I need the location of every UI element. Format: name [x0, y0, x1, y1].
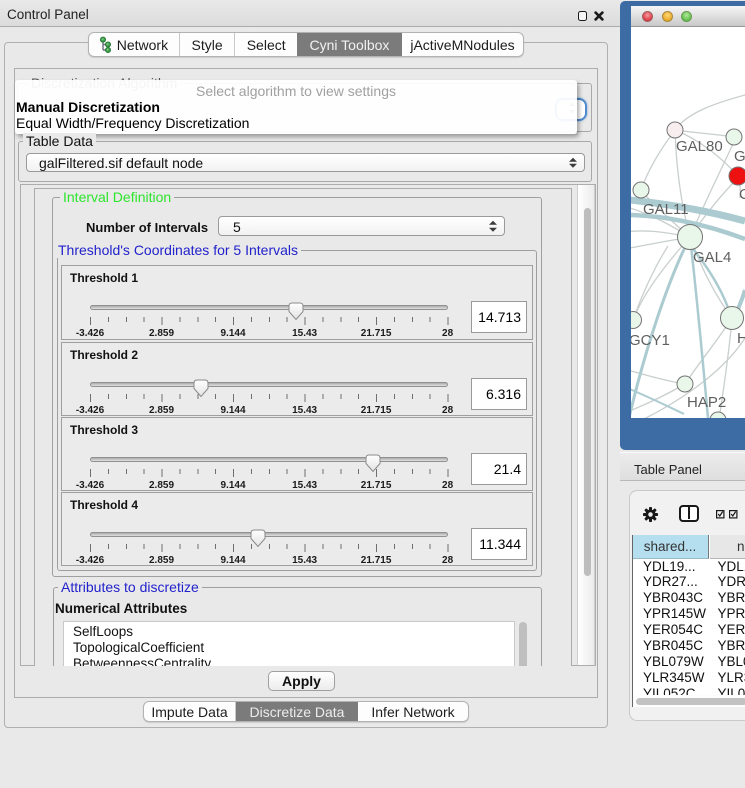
- svg-text:GCY1: GCY1: [631, 332, 670, 349]
- svg-text:GAL80: GAL80: [676, 138, 723, 155]
- svg-text:GAL1: GAL1: [734, 148, 745, 165]
- svg-text:GAL11: GAL11: [643, 201, 689, 218]
- svg-text:HIS: HIS: [737, 330, 745, 347]
- svg-text:HAP2: HAP2: [687, 394, 726, 411]
- svg-text:GAL4: GAL4: [693, 249, 731, 266]
- svg-text:CRP: CRP: [739, 186, 745, 203]
